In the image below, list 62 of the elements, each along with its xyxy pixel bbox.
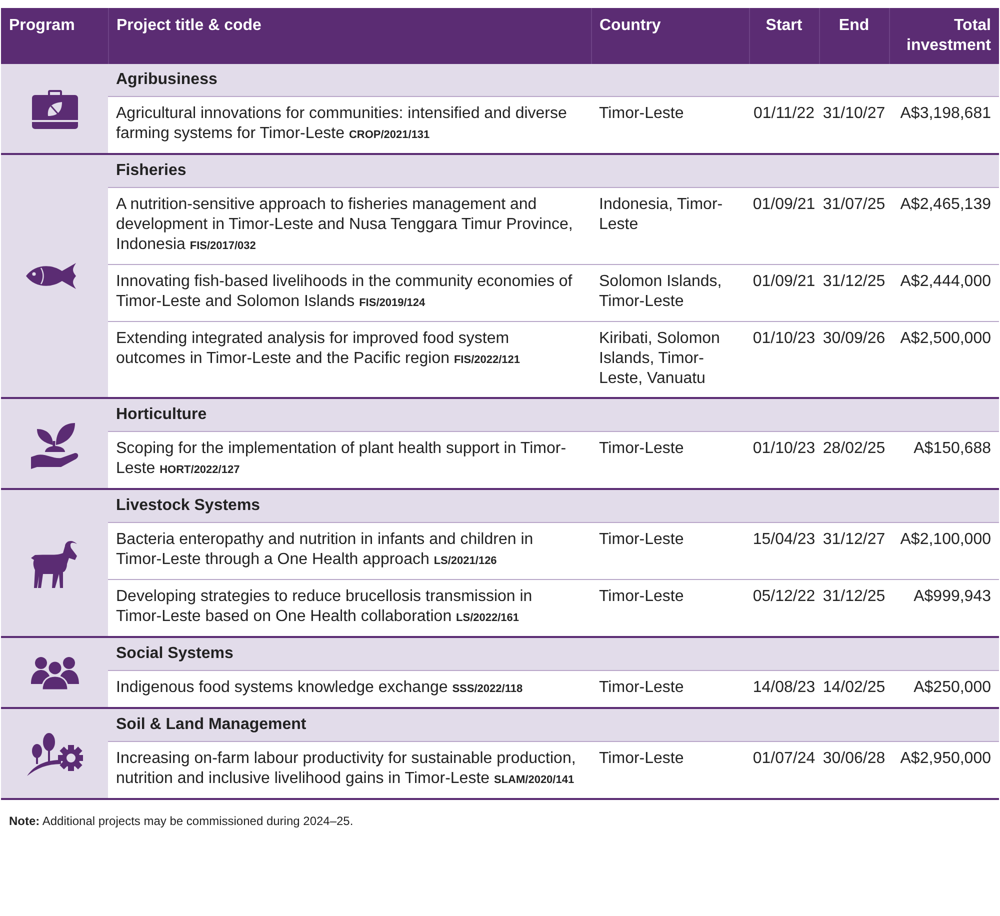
- end-date: 31/12/27: [822, 531, 886, 548]
- start-date: 01/09/21: [752, 196, 816, 213]
- total-investment: A$999,943: [914, 588, 991, 605]
- project-title: Innovating fish-based livelihoods in the community economies of Timor-Leste and Solomon Islands FIS/2019/124: [116, 273, 572, 310]
- column-header: Country: [591, 8, 749, 64]
- start-date: 14/08/23: [752, 679, 816, 696]
- project-title: Increasing on-farm labour productivity for sustainable production, nutrition and inclusive livelihood gains in Timor-Leste SLAM/2020/141: [116, 750, 576, 787]
- program-name: Agribusiness: [108, 64, 999, 96]
- total-investment: A$2,500,000: [900, 330, 991, 347]
- project-title: Agricultural innovations for communities: intensified and diverse farming systems for Timor-Leste CROP/2021/131: [116, 105, 567, 142]
- start-date: 01/10/23: [752, 440, 816, 457]
- project-title: Developing strategies to reduce brucellosis transmission in Timor-Leste based on One Health collaboration LS/2022/161: [116, 588, 532, 625]
- end-date: 28/02/25: [822, 440, 886, 457]
- project-title: Extending integrated analysis for improved food system outcomes in Timor-Leste and the Pacific region FIS/2022/121: [116, 330, 520, 367]
- end-date: 31/10/27: [822, 105, 886, 122]
- country-text: Solomon Islands, Timor-Leste: [599, 273, 722, 310]
- people-icon: [30, 656, 78, 690]
- country-text: Timor-Leste: [599, 750, 684, 767]
- end-date: 31/07/25: [822, 196, 886, 213]
- goat-icon: [30, 538, 78, 588]
- program-name: Soil & Land Management: [108, 708, 999, 742]
- total-investment: A$3,198,681: [900, 105, 991, 122]
- program-name: Horticulture: [108, 398, 999, 432]
- column-header: End: [819, 8, 889, 64]
- land-gear-icon: [26, 732, 82, 776]
- country-text: Timor-Leste: [599, 679, 684, 696]
- column-header: Start: [749, 8, 819, 64]
- total-investment: A$2,444,000: [900, 273, 991, 290]
- briefcase-leaf-icon: [32, 88, 78, 128]
- total-investment: A$250,000: [914, 679, 991, 696]
- start-date: 01/07/24: [752, 750, 816, 767]
- end-date: 30/09/26: [822, 330, 886, 347]
- country-text: Timor-Leste: [599, 105, 684, 122]
- country-text: Timor-Leste: [599, 531, 684, 548]
- project-title: Scoping for the implementation of plant health support in Timor-Leste HORT/2022/127: [116, 440, 566, 477]
- program-name: Livestock Systems: [108, 489, 999, 522]
- total-investment: A$2,465,139: [900, 196, 991, 213]
- total-investment: A$2,100,000: [900, 531, 991, 548]
- end-date: 31/12/25: [822, 273, 886, 290]
- column-header: Project title & code: [108, 8, 591, 64]
- country-text: Timor-Leste: [599, 588, 684, 605]
- column-header: Total investment: [889, 8, 999, 64]
- start-date: 01/11/22: [753, 105, 815, 122]
- start-date: 01/09/21: [752, 273, 816, 290]
- column-header: Program: [1, 8, 108, 64]
- start-date: 05/12/22: [752, 588, 816, 605]
- program-name: Fisheries: [108, 154, 999, 188]
- start-date: 15/04/23: [752, 531, 816, 548]
- project-title: A nutrition-sensitive approach to fisheries management and development in Timor-Leste and Nusa Tenggara Timur Province, Indonesia FIS/2017/032: [116, 196, 573, 253]
- country-text: Kiribati, Solomon Islands, Timor-Leste, Vanuatu: [599, 330, 720, 387]
- total-investment: A$2,950,000: [900, 750, 991, 767]
- table-note: Note: Additional projects may be commissioned during 2024–25.: [8, 813, 354, 830]
- program-name: Social Systems: [108, 637, 999, 670]
- country-text: Timor-Leste: [599, 440, 684, 457]
- country-text: Indonesia, Timor-Leste: [599, 196, 723, 233]
- end-date: 14/02/25: [822, 679, 886, 696]
- end-date: 31/12/25: [822, 588, 886, 605]
- end-date: 30/06/28: [822, 750, 886, 767]
- project-title: Bacteria enteropathy and nutrition in infants and children in Timor-Leste through a One Health approach LS/2021/126: [116, 531, 534, 568]
- project-title: Indigenous food systems knowledge exchange SSS/2022/118: [116, 679, 523, 696]
- start-date: 01/10/23: [752, 330, 816, 347]
- total-investment: A$150,688: [914, 440, 991, 457]
